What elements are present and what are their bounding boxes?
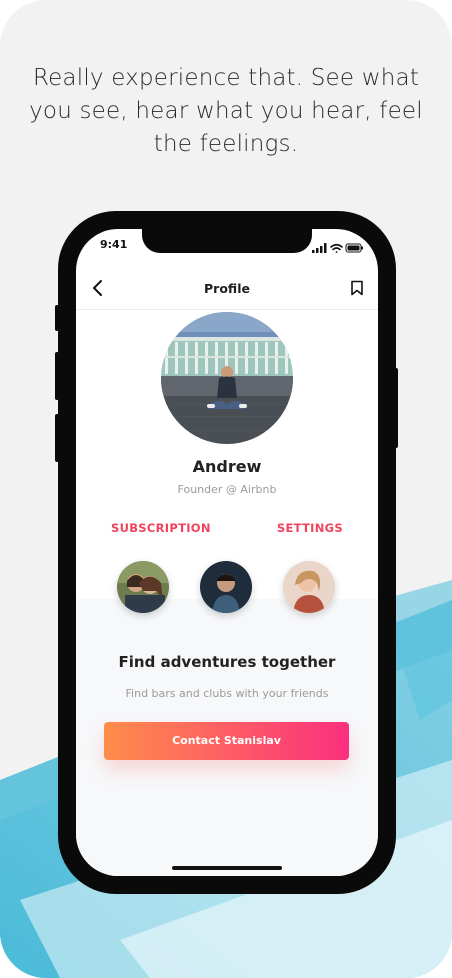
settings-link[interactable]: SETTINGS — [277, 521, 343, 535]
section-subtitle: Find bars and clubs with your friends — [125, 687, 329, 700]
page-title: Profile — [204, 281, 250, 296]
phone-notch — [142, 229, 312, 253]
promo-card: Really experience that. See what you see… — [0, 0, 452, 978]
battery-icon — [345, 243, 363, 253]
status-time: 9:41 — [100, 238, 128, 251]
bookmark-icon[interactable] — [350, 280, 364, 296]
profile-avatar[interactable] — [161, 312, 293, 444]
contact-button[interactable]: Contact Stanislav — [104, 722, 349, 760]
profile-name: Andrew — [192, 457, 262, 476]
wifi-icon — [330, 243, 343, 253]
status-icons — [312, 239, 364, 258]
home-indicator — [172, 866, 282, 870]
friend-avatar[interactable] — [117, 561, 169, 613]
friend-avatar[interactable] — [200, 561, 252, 613]
signal-icon — [312, 243, 327, 253]
subscription-link[interactable]: SUBSCRIPTION — [111, 521, 211, 535]
phone-screen: 9:41 Profile Andrew Founder @ Airbnb SUB… — [76, 229, 378, 876]
phone-frame: 9:41 Profile Andrew Founder @ Airbnb SUB… — [58, 211, 396, 894]
section-title: Find adventures together — [118, 653, 336, 671]
profile-role: Founder @ Airbnb — [177, 483, 277, 496]
friend-avatar[interactable] — [283, 561, 335, 613]
nav-bar: Profile — [76, 269, 378, 310]
headline-text: Really experience that. See what you see… — [29, 65, 423, 157]
